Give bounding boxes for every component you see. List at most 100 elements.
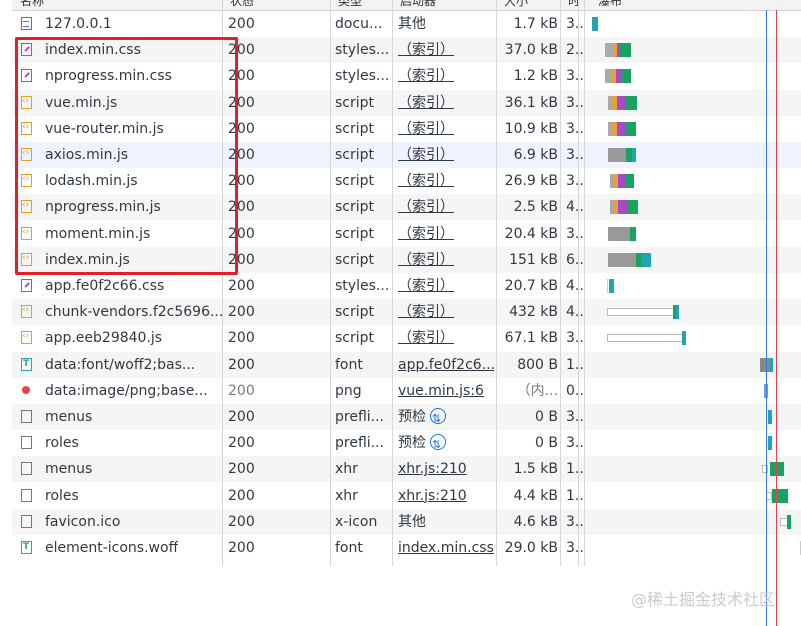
waterfall-bar[interactable] (590, 116, 801, 142)
initiator-text[interactable]: （索引） (398, 173, 454, 189)
header-status[interactable]: 状态 (222, 0, 330, 10)
waterfall-bar[interactable] (590, 37, 801, 63)
table-row[interactable]: data:image/png;base... 200 png vue.min.js:6… (12, 378, 801, 404)
initiator-text[interactable]: app.fe0f2c6... (398, 357, 494, 373)
table-row[interactable]: element-icons.woff 200 font index.min.css 29… (12, 535, 801, 561)
preflight-icon[interactable] (430, 432, 446, 456)
waterfall-segment (760, 357, 770, 372)
waterfall-bar[interactable] (590, 378, 801, 404)
initiator[interactable]: （索引） (398, 221, 494, 247)
request-name[interactable]: chunk-vendors.f2c5696... (45, 299, 223, 325)
initiator[interactable]: （索引） (398, 63, 494, 89)
initiator-text[interactable]: （索引） (398, 252, 454, 268)
initiator-text[interactable]: index.min.css (398, 540, 494, 556)
waterfall-bar[interactable] (590, 456, 801, 482)
request-name[interactable]: app.fe0f2c66.css (45, 273, 164, 299)
request-name[interactable]: menus (45, 404, 92, 430)
status-code: 200 (228, 330, 255, 347)
initiator[interactable]: （索引） (398, 142, 494, 168)
table-row[interactable]: app.fe0f2c66.css 200 styles... （索引） 20.7 kB 4… (12, 273, 801, 299)
column-divider (560, 0, 561, 566)
table-row[interactable]: roles 200 prefli... 预检 0 B 3... (12, 430, 801, 456)
initiator-text[interactable]: （索引） (398, 42, 454, 58)
initiator-text[interactable]: （索引） (398, 68, 454, 84)
initiator-text[interactable]: （索引） (398, 330, 454, 346)
request-name[interactable]: 127.0.0.1 (45, 11, 112, 37)
initiator-text: 其他 (398, 16, 426, 32)
request-name[interactable]: app.eeb29840.js (45, 325, 162, 351)
initiator-text: 预检 (398, 409, 426, 425)
waterfall-bar[interactable] (590, 299, 801, 325)
initiator[interactable]: （索引） (398, 90, 494, 116)
table-row[interactable]: chunk-vendors.f2c5696... 200 script （索引） 432… (12, 299, 801, 326)
waterfall-bar[interactable] (590, 221, 801, 247)
resource-type: script (335, 199, 375, 216)
header-type[interactable]: 类型 (330, 0, 398, 10)
table-row[interactable]: roles 200 xhr xhr.js:210 4.4 kB 1... (12, 483, 801, 509)
table-row[interactable]: 127.0.0.1 200 docu... 其他 1.7 kB 3... (12, 11, 801, 37)
waterfall-bar[interactable] (590, 63, 801, 89)
waterfall-bar[interactable] (590, 352, 801, 378)
table-row[interactable]: menus 200 xhr xhr.js:210 1.5 kB 1... (12, 456, 801, 483)
preflight-icon[interactable] (430, 406, 446, 430)
waterfall-bar[interactable] (590, 11, 801, 37)
waterfall-bar[interactable] (590, 90, 801, 116)
initiator-text[interactable]: xhr.js:210 (398, 488, 467, 504)
initiator-text[interactable]: （索引） (398, 199, 454, 215)
waterfall-bar[interactable] (590, 404, 801, 430)
header-name[interactable]: 名称 (12, 0, 220, 10)
initiator[interactable]: （索引） (398, 325, 494, 351)
request-time: 1... (566, 487, 584, 504)
waterfall-bar[interactable] (590, 430, 801, 456)
table-row[interactable]: app.eeb29840.js 200 script （索引） 67.1 kB 3... (12, 325, 801, 351)
initiator[interactable]: xhr.js:210 (398, 456, 494, 482)
request-name[interactable]: favicon.ico (45, 509, 120, 535)
initiator[interactable]: （索引） (398, 273, 494, 299)
table-row[interactable]: data:font/woff2;bas... 200 font app.fe0f2c6… (12, 351, 801, 378)
request-time: 0... (566, 382, 584, 399)
initiator-text[interactable]: （索引） (398, 147, 454, 163)
resource-type: script (335, 330, 375, 347)
header-time[interactable]: 时 (560, 0, 592, 10)
initiator-text[interactable]: vue.min.js:6 (398, 383, 484, 399)
table-row[interactable]: menus 200 prefli... 预检 0 B 3... (12, 404, 801, 430)
initiator-text[interactable]: xhr.js:210 (398, 461, 467, 477)
waterfall-bar[interactable] (590, 142, 801, 168)
load-event-line (776, 10, 777, 626)
request-name[interactable]: roles (45, 430, 79, 456)
initiator[interactable]: （索引） (398, 168, 494, 194)
initiator[interactable]: （索引） (398, 299, 494, 325)
header-waterfall[interactable]: 瀑布 (590, 0, 798, 10)
initiator[interactable]: （索引） (398, 194, 494, 220)
waterfall-bar[interactable] (590, 194, 801, 220)
initiator[interactable]: （索引） (398, 247, 494, 273)
initiator[interactable]: app.fe0f2c6... (398, 352, 494, 378)
initiator[interactable]: index.min.css (398, 535, 494, 561)
request-name[interactable]: data:image/png;base... (45, 378, 208, 404)
initiator-text[interactable]: （索引） (398, 278, 454, 294)
initiator[interactable]: vue.min.js:6 (398, 378, 494, 404)
initiator[interactable]: （索引） (398, 116, 494, 142)
waterfall-bar[interactable] (590, 535, 801, 561)
initiator-text[interactable]: （索引） (398, 121, 454, 137)
request-name[interactable]: menus (45, 456, 92, 482)
waterfall-bar[interactable] (590, 168, 801, 194)
initiator-text[interactable]: （索引） (398, 95, 454, 111)
waterfall-bar[interactable] (590, 509, 801, 535)
initiator[interactable]: xhr.js:210 (398, 483, 494, 509)
request-name[interactable]: roles (45, 483, 79, 509)
header-size[interactable]: 大小 (496, 0, 564, 10)
waterfall-bar[interactable] (590, 247, 801, 273)
waterfall-bar[interactable] (590, 483, 801, 509)
request-name[interactable]: element-icons.woff (45, 535, 178, 561)
request-name[interactable]: data:font/woff2;bas... (45, 352, 195, 378)
waterfall-bar[interactable] (590, 273, 801, 299)
waterfall-segment (762, 465, 768, 474)
waterfall-bar[interactable] (590, 325, 801, 351)
waterfall-segment (617, 95, 625, 110)
header-initiator[interactable]: 启动器 (392, 0, 500, 10)
initiator-text[interactable]: （索引） (398, 226, 454, 242)
initiator-text[interactable]: （索引） (398, 304, 454, 320)
table-row[interactable]: favicon.ico 200 x-icon 其他 4.6 kB 3... (12, 508, 801, 535)
initiator[interactable]: （索引） (398, 37, 494, 63)
